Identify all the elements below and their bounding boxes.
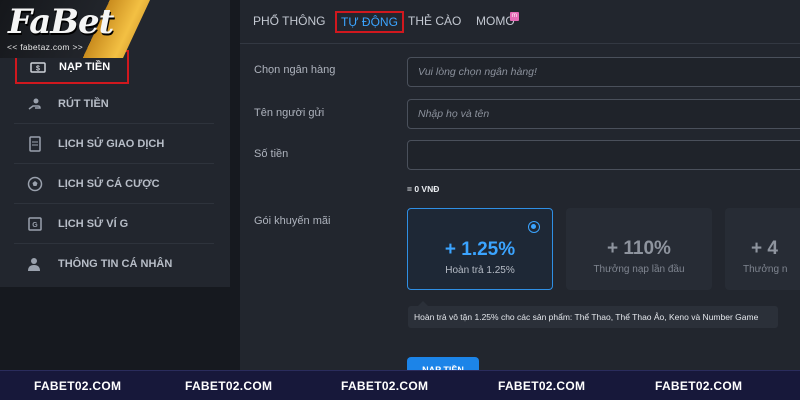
amount-field[interactable] [407, 140, 800, 170]
sidebar-item-label: NẠP TIỀN [59, 61, 111, 73]
sidebar-item-label: RÚT TIỀN [58, 97, 109, 110]
soccer-ball-icon [26, 175, 44, 193]
watermark-text: FABET02.COM [498, 379, 586, 393]
sidebar: FaBet << fabetaz.com >> $ NẠP TIỀN RÚT T… [0, 0, 230, 287]
bank-label: Chọn ngân hàng [254, 64, 336, 76]
promo-value: + 1.25% [444, 239, 516, 260]
sidebar-item-label: LỊCH SỬ GIAO DỊCH [58, 137, 165, 150]
sender-input[interactable] [408, 100, 800, 128]
promo-label: Gói khuyến mãi [254, 215, 331, 227]
logo-text: FaBet [8, 2, 114, 42]
wallet-history-icon: G [26, 215, 44, 233]
sender-field[interactable] [407, 99, 800, 129]
radio-selected-icon[interactable] [528, 221, 540, 233]
sidebar-item-thong-tin-ca-nhan[interactable]: THÔNG TIN CÁ NHÂN [14, 244, 214, 284]
sidebar-item-label: LỊCH SỬ CÁ CƯỢC [58, 177, 160, 190]
sidebar-item-lich-su-giao-dich[interactable]: LỊCH SỬ GIAO DỊCH [14, 124, 214, 164]
sidebar-item-rut-tien[interactable]: RÚT TIỀN [14, 84, 214, 124]
deposit-tabs: PHỔ THÔNG TỰ ĐỘNG THẺ CÀO MOMO m [240, 0, 800, 44]
logo-subtitle: << fabetaz.com >> [7, 42, 83, 52]
amount-conversion: = 0 VNĐ [407, 184, 440, 194]
watermark-text: FABET02.COM [185, 379, 273, 393]
deposit-panel: PHỔ THÔNG TỰ ĐỘNG THẺ CÀO MOMO m Chọn ng… [240, 0, 800, 383]
watermark-strip: FABET02.COM FABET02.COM FABET02.COM FABE… [0, 370, 800, 400]
svg-text:$: $ [36, 66, 40, 73]
promo-card-2[interactable]: + 110% Thưởng nạp lần đầu [566, 208, 712, 290]
promo-card-1[interactable]: + 1.25% Hoàn trả 1.25% [407, 208, 553, 290]
svg-text:G: G [32, 222, 38, 229]
sidebar-item-label: LỊCH SỬ VÍ G [58, 217, 129, 230]
bank-select-input[interactable] [408, 58, 800, 86]
promo-card-3[interactable]: + 4 Thưởng n [725, 208, 800, 290]
document-icon [26, 135, 44, 153]
watermark-text: FABET02.COM [341, 379, 429, 393]
promo-subtitle: Thưởng n [743, 264, 788, 275]
amount-label: Số tiền [254, 148, 289, 160]
tab-pho-thong[interactable]: PHỔ THÔNG [253, 14, 325, 28]
sidebar-item-label: THÔNG TIN CÁ NHÂN [58, 258, 173, 270]
withdraw-icon [26, 95, 44, 113]
tab-the-cao[interactable]: THẺ CÀO [408, 14, 461, 28]
sidebar-item-lich-su-ca-cuoc[interactable]: LỊCH SỬ CÁ CƯỢC [14, 164, 214, 204]
amount-input[interactable] [408, 141, 800, 169]
tab-momo[interactable]: MOMO [476, 14, 515, 28]
cash-icon: $ [29, 58, 47, 76]
sender-label: Tên người gửi [254, 107, 325, 119]
user-icon [26, 255, 44, 273]
tab-tu-dong[interactable]: TỰ ĐỘNG [335, 11, 404, 33]
promo-subtitle: Thưởng nạp lần đầu [593, 264, 685, 275]
promo-subtitle: Hoàn trả 1.25% [445, 265, 515, 276]
promo-value: + 4 [751, 238, 778, 259]
promo-value: + 110% [607, 238, 671, 259]
sidebar-item-lich-su-vi-g[interactable]: G LỊCH SỬ VÍ G [14, 204, 214, 244]
watermark-text: FABET02.COM [655, 379, 743, 393]
momo-icon: m [510, 12, 519, 21]
watermark-text: FABET02.COM [34, 379, 122, 393]
promo-tooltip: Hoàn trả vô tận 1.25% cho các sản phẩm: … [408, 301, 778, 328]
bank-select[interactable] [407, 57, 800, 87]
